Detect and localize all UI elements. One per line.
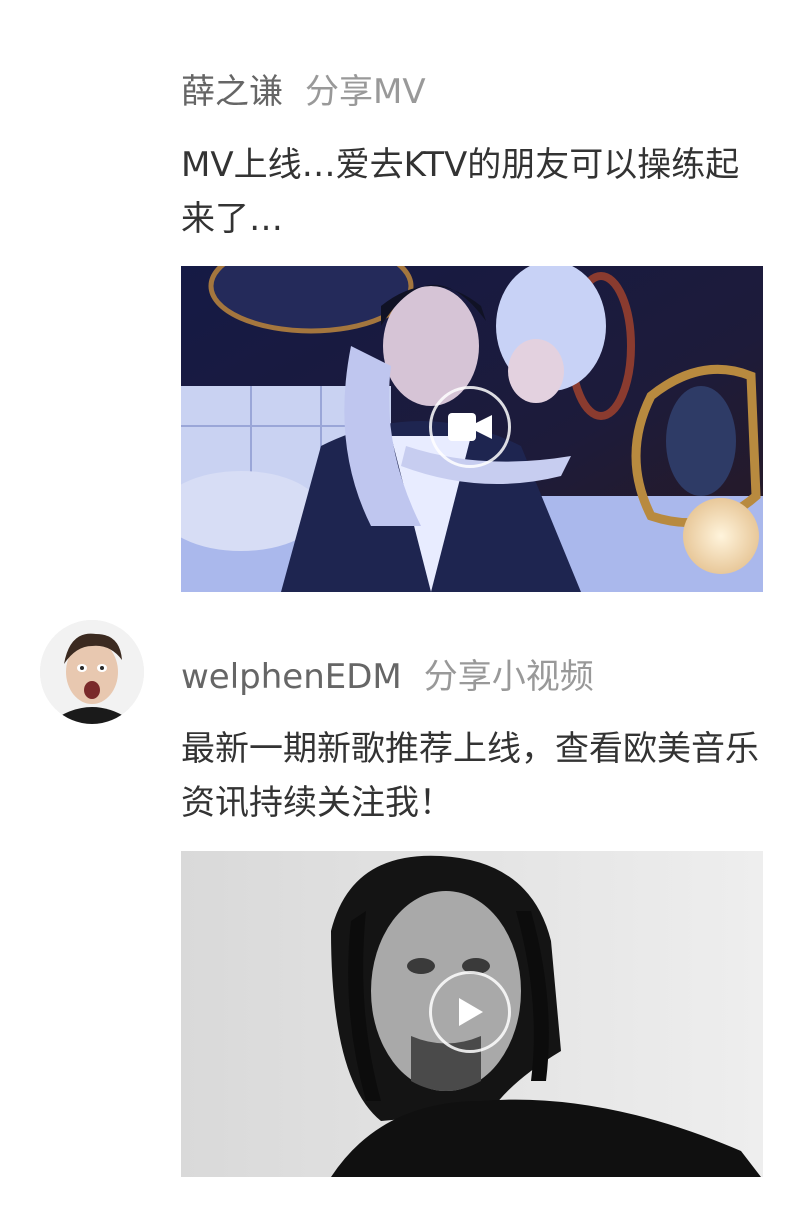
- author-name[interactable]: 薛之谦: [181, 72, 283, 112]
- avatar-image: [40, 620, 144, 724]
- short-video-thumbnail[interactable]: [181, 851, 763, 1177]
- play-icon: [459, 998, 483, 1026]
- video-camera-icon: [448, 413, 492, 441]
- avatar[interactable]: [40, 620, 144, 724]
- author-name[interactable]: welphenEDM: [181, 657, 402, 697]
- post-caption: MV上线…爱去KTV的朋友可以操练起来了…: [181, 145, 740, 239]
- video-play-overlay[interactable]: [429, 971, 511, 1053]
- post-header: welphenEDM 分享小视频: [181, 655, 594, 699]
- share-type-label: 分享MV: [305, 72, 426, 112]
- post-caption: 最新一期新歌推荐上线，查看欧美音乐资讯持续关注我！: [181, 729, 759, 823]
- post-header: 薛之谦 分享MV: [181, 70, 426, 114]
- mv-thumbnail[interactable]: [181, 266, 763, 592]
- video-play-overlay[interactable]: [429, 386, 511, 468]
- share-type-label: 分享小视频: [423, 657, 594, 697]
